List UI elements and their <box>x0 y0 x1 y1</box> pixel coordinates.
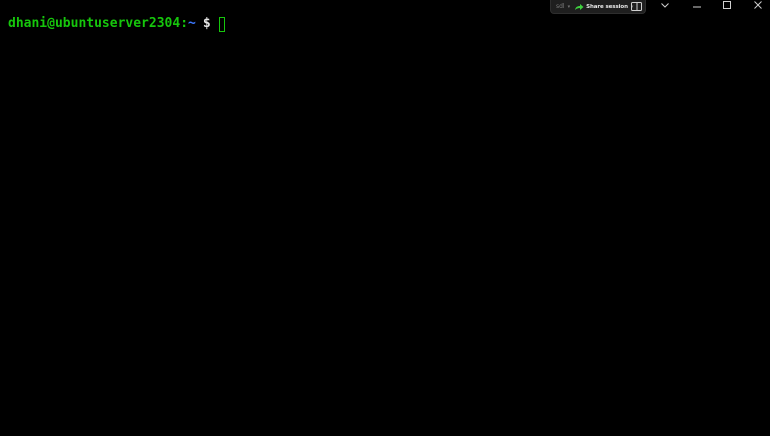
minimize-button[interactable] <box>683 0 711 10</box>
shell-prompt: dhani@ubuntuserver2304: ~ $ <box>8 15 770 33</box>
session-user-label: sdl <box>556 3 565 10</box>
maximize-icon <box>723 1 731 9</box>
split-pane-icon[interactable] <box>631 2 642 11</box>
prompt-separator: : <box>180 16 189 31</box>
maximize-button[interactable] <box>713 0 741 10</box>
share-session-toolbar[interactable]: sdl ▾ Share session ▾ <box>550 0 646 14</box>
share-arrow-icon[interactable] <box>574 3 584 11</box>
tab-dropdown-button[interactable] <box>651 0 679 10</box>
share-session-button[interactable]: Share session <box>586 4 628 10</box>
close-button[interactable] <box>744 0 770 10</box>
prompt-path: ~ <box>188 16 196 31</box>
text-cursor[interactable] <box>218 16 225 32</box>
user-dropdown-icon[interactable]: ▾ <box>568 4 571 10</box>
minimize-icon <box>693 6 701 7</box>
prompt-user-host: dhani@ubuntuserver2304 <box>8 16 181 31</box>
chevron-down-icon <box>661 2 669 8</box>
terminal-window[interactable]: sdl ▾ Share session ▾ dhani@ubuntuserver… <box>0 0 770 436</box>
close-icon <box>754 1 762 9</box>
terminal-output[interactable]: dhani@ubuntuserver2304: ~ $ <box>8 15 770 436</box>
prompt-symbol: $ <box>202 16 211 31</box>
